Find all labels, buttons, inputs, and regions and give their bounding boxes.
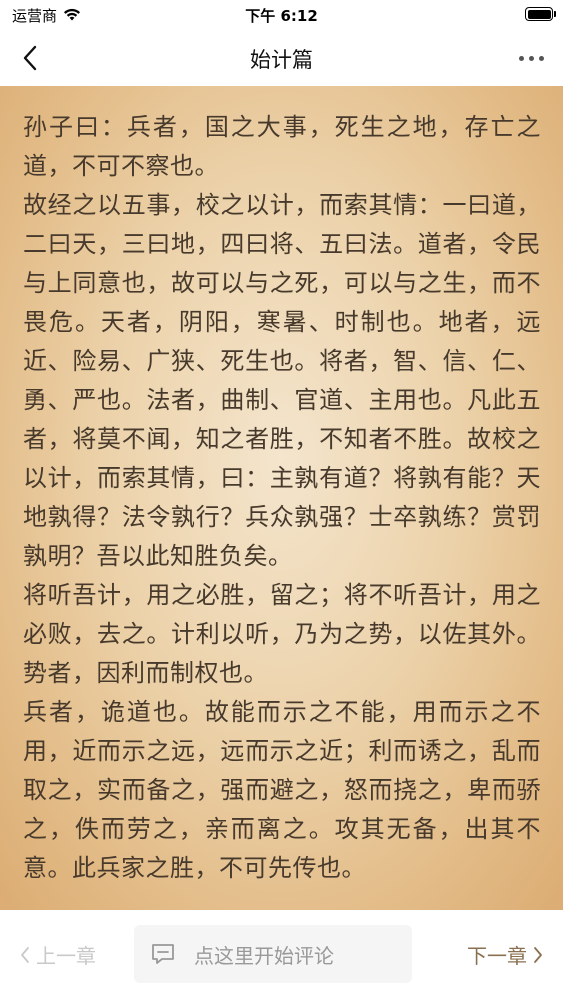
paragraph-1: 孙子曰：兵者，国之大事，死生之地，存亡之道，不可不察也。 (23, 113, 541, 180)
paragraph-4: 兵者，诡道也。故能而示之不能，用而示之不用，近而示之远，远而示之近；利而诱之，乱… (23, 698, 541, 882)
bottom-bar: 上一章 点这里开始评论 下一章 (0, 910, 563, 1000)
prev-chapter-label: 上一章 (36, 944, 96, 968)
comment-placeholder: 点这里开始评论 (194, 943, 334, 968)
page-title: 始计篇 (250, 48, 313, 72)
comment-icon (150, 941, 176, 967)
next-chapter-button[interactable]: 下一章 (467, 940, 543, 969)
paragraph-3: 将听吾计，用之必胜，留之；将不听吾计，用之必败，去之。计利以听，乃为之势，以佐其… (23, 581, 541, 687)
battery-icon (525, 7, 556, 21)
nav-bar: 始计篇 (0, 30, 563, 86)
paragraph-2: 故经之以五事，校之以计，而索其情：一曰道，二曰天，三曰地，四曰将、五曰法。道者，… (23, 191, 541, 570)
status-time: 下午 6:12 (245, 7, 318, 25)
next-chapter-label: 下一章 (467, 944, 527, 968)
reader-text-column: 孙子曰：兵者，国之大事，死生之地，存亡之道，不可不察也。 故经之以五事，校之以计… (0, 86, 563, 888)
chevron-right-icon (534, 946, 542, 963)
chevron-left-icon (21, 946, 29, 963)
more-button[interactable] (511, 42, 551, 74)
status-bar: 运营商 下午 6:12 (0, 0, 563, 30)
prev-chapter-button[interactable]: 上一章 (20, 940, 96, 969)
comment-input[interactable]: 点这里开始评论 (134, 925, 412, 983)
more-dots-icon (518, 55, 524, 61)
reader-content[interactable]: 孙子曰：兵者，国之大事，死生之地，存亡之道，不可不察也。 故经之以五事，校之以计… (0, 86, 563, 910)
